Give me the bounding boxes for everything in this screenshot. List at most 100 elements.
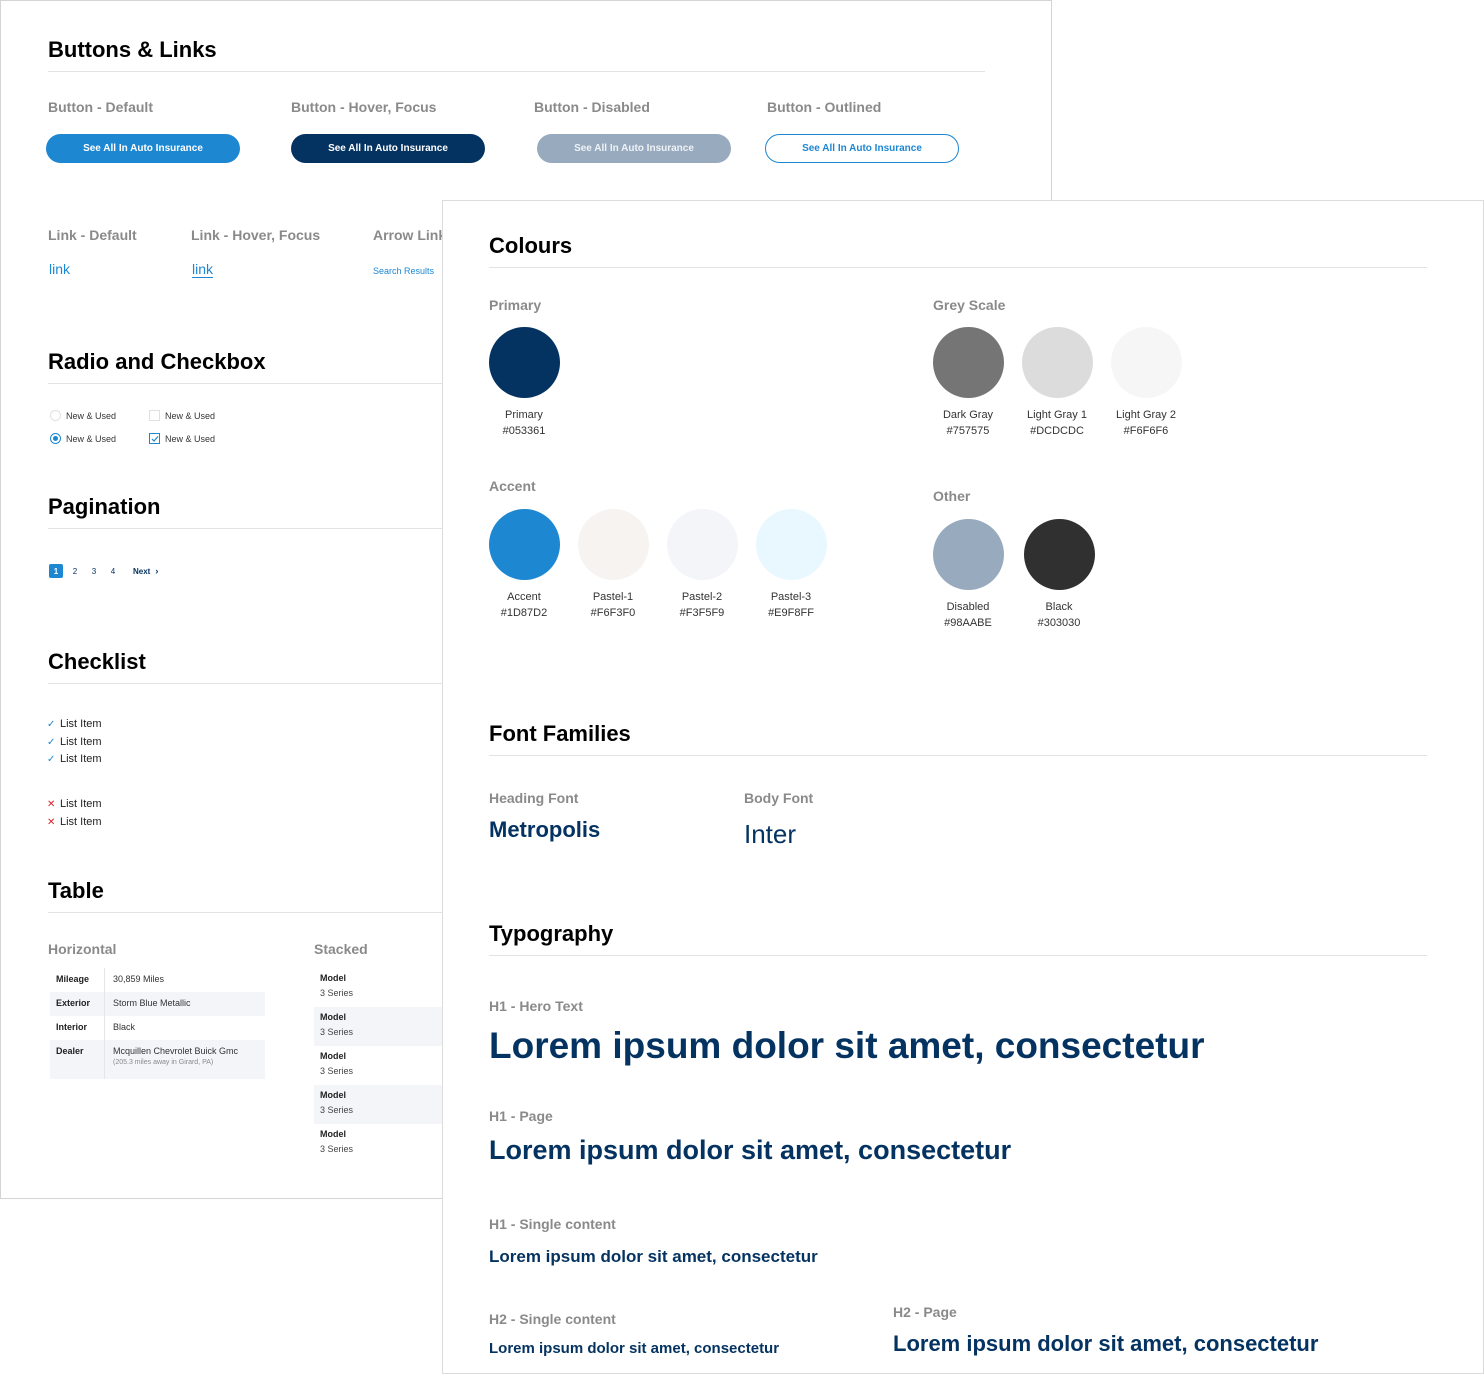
arrow-link[interactable]: Search Results › — [373, 266, 445, 276]
table-key: Interior — [50, 1016, 105, 1040]
radio-option-checked[interactable]: New & Used — [50, 433, 116, 444]
page-3-button[interactable]: 3 — [87, 564, 101, 578]
colour-swatch: Light Gray 2 #F6F6F6 — [1101, 327, 1191, 437]
label-grey-scale: Grey Scale — [933, 297, 1006, 313]
checklist-item-negative: ✕ List Item — [47, 798, 102, 810]
table-row: Dealer Mcquillen Chevrolet Buick Gmc (20… — [50, 1040, 265, 1079]
link-hover-focus[interactable]: link — [192, 261, 213, 277]
horizontal-table: Mileage 30,859 Miles Exterior Storm Blue… — [50, 968, 265, 1079]
label-h2-page: H2 - Page — [893, 1304, 957, 1320]
colour-circle — [488, 327, 560, 398]
checkbox-label: New & Used — [165, 433, 216, 444]
divider — [489, 267, 1427, 268]
page-2-button[interactable]: 2 — [68, 564, 82, 578]
checkbox-checked-icon — [149, 433, 160, 444]
section-title-typography: Typography — [489, 921, 614, 946]
stacked-table: Model 3 Series Model 3 Series Model 3 Se… — [314, 968, 443, 1163]
button-hover-focus[interactable]: See All In Auto Insurance — [291, 134, 485, 163]
label-button-disabled: Button - Disabled — [534, 99, 650, 115]
page-1-button[interactable]: 1 — [49, 564, 63, 578]
next-page-button[interactable]: Next › — [133, 566, 158, 576]
colour-hex: #E9F8FF — [768, 607, 814, 619]
colour-swatch: Dark Gray #757575 — [923, 327, 1013, 437]
colour-name: Pastel-2 — [681, 591, 723, 603]
radio-icon — [50, 410, 61, 421]
next-label: Next — [133, 566, 151, 576]
table-value: 30,859 Miles — [113, 974, 165, 984]
label-horizontal-table: Horizontal — [48, 941, 117, 957]
colour-name: Dark Gray — [942, 409, 994, 421]
table-value: 3 Series — [320, 1027, 354, 1037]
label-link-default: Link - Default — [48, 227, 137, 243]
colour-swatch: Light Gray 1 #DCDCDC — [1012, 327, 1102, 437]
colour-hex: #053361 — [502, 425, 546, 437]
colour-circle — [932, 519, 1004, 590]
h1-hero-sample: Lorem ipsum dolor sit amet, consectetur — [489, 1025, 1205, 1066]
table-row: Exterior Storm Blue Metallic — [50, 992, 265, 1016]
colour-swatch: Accent #1D87D2 — [479, 509, 569, 619]
colour-name: Pastel-1 — [592, 591, 634, 603]
table-value: Mcquillen Chevrolet Buick Gmc — [113, 1046, 239, 1056]
pagination: 1 2 3 4 Next › — [49, 564, 158, 578]
table-row: Model 3 Series — [314, 1085, 443, 1124]
radio-selected-icon — [50, 433, 61, 444]
checkbox-unchecked[interactable]: New & Used — [149, 410, 215, 421]
button-disabled: See All In Auto Insurance — [537, 134, 731, 163]
radio-label: New & Used — [66, 433, 117, 444]
check-icon: ✓ — [47, 753, 56, 765]
button-default[interactable]: See All In Auto Insurance — [46, 134, 240, 163]
checklist-item-label: List Item — [60, 753, 102, 765]
page-4-button[interactable]: 4 — [106, 564, 120, 578]
label-primary-colours: Primary — [489, 297, 542, 313]
colour-name: Pastel-3 — [770, 591, 812, 603]
colour-hex: #F6F3F0 — [590, 607, 636, 619]
table-row: Model 3 Series — [314, 1007, 443, 1046]
checklist-item-label: List Item — [60, 718, 102, 730]
colour-circle — [488, 509, 560, 580]
colour-name: Accent — [507, 591, 541, 603]
colour-name: Light Gray 2 — [1116, 409, 1176, 421]
colour-name: Disabled — [946, 601, 990, 613]
table-key: Mileage — [50, 968, 105, 992]
label-stacked-table: Stacked — [314, 941, 368, 957]
section-title-checklist: Checklist — [48, 649, 146, 674]
table-value-group: Mcquillen Chevrolet Buick Gmc (205.3 mil… — [105, 1040, 238, 1079]
checklist-item-positive: ✓ List Item — [47, 718, 102, 730]
section-title-table: Table — [48, 878, 104, 903]
colour-swatch: Pastel-3 #E9F8FF — [746, 509, 836, 619]
colour-swatch: Disabled #98AABE — [923, 519, 1013, 629]
h2-page-sample: Lorem ipsum dolor sit amet, consectetur — [893, 1331, 1319, 1356]
check-icon: ✓ — [47, 718, 56, 730]
button-outlined[interactable]: See All In Auto Insurance — [765, 134, 959, 163]
link-default[interactable]: link — [49, 261, 70, 277]
label-other-colours: Other — [933, 488, 971, 504]
section-title-radio-checkbox: Radio and Checkbox — [48, 349, 266, 374]
colour-hex: #757575 — [946, 425, 990, 437]
table-key: Model — [320, 1051, 346, 1061]
section-title-font-families: Font Families — [489, 721, 631, 746]
label-h1-hero: H1 - Hero Text — [489, 998, 583, 1014]
checklist-item-label: List Item — [60, 798, 102, 810]
checklist-item-negative: ✕ List Item — [47, 816, 102, 828]
colour-circle — [755, 509, 827, 580]
table-row: Model 3 Series — [314, 1046, 443, 1085]
colour-hex: #F6F6F6 — [1123, 425, 1169, 437]
colour-swatch: Pastel-1 #F6F3F0 — [568, 509, 658, 619]
radio-label: New & Used — [66, 410, 117, 421]
section-title-colours: Colours — [489, 233, 573, 258]
heading-font-sample: Metropolis — [489, 817, 601, 842]
divider — [489, 955, 1427, 956]
radio-option-unchecked[interactable]: New & Used — [50, 410, 116, 421]
checkbox-checked[interactable]: New & Used — [149, 433, 215, 444]
checklist-item-positive: ✓ List Item — [47, 736, 102, 748]
table-key: Exterior — [50, 992, 105, 1016]
colour-hex: #F3F5F9 — [679, 607, 725, 619]
table-key: Model — [320, 1090, 346, 1100]
checklist-item-label: List Item — [60, 816, 102, 828]
colour-circle — [1110, 327, 1182, 398]
table-row: Model 3 Series — [314, 968, 443, 1007]
h1-page-sample: Lorem ipsum dolor sit amet, consectetur — [489, 1135, 1012, 1165]
divider — [48, 71, 985, 72]
colour-circle — [932, 327, 1004, 398]
cross-icon: ✕ — [47, 798, 56, 810]
